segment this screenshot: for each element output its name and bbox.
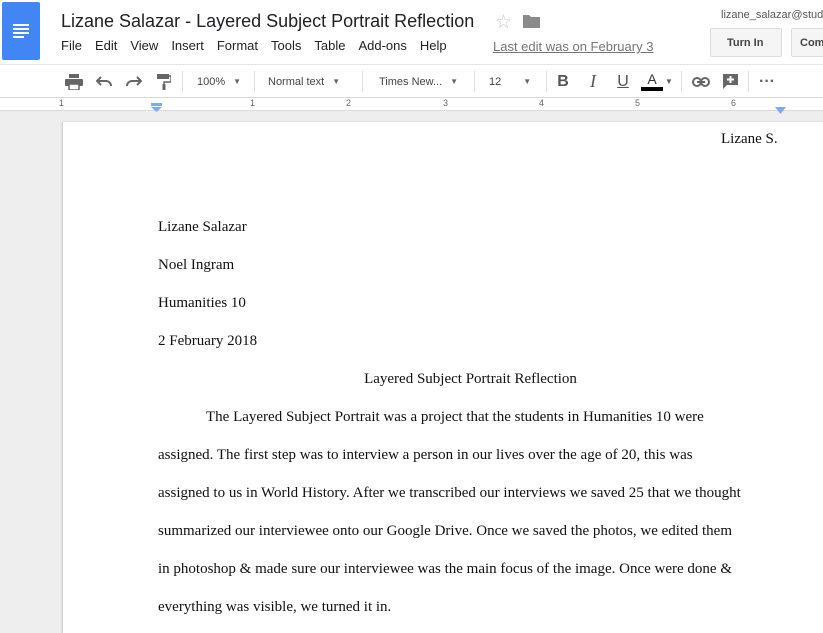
paragraph-line: in photoshop & made sure our interviewee… bbox=[158, 561, 732, 577]
menu-help[interactable]: Help bbox=[420, 38, 447, 53]
right-indent-marker[interactable] bbox=[775, 101, 786, 119]
body-paragraph[interactable]: The Layered Subject Portrait was a proje… bbox=[158, 409, 798, 633]
underline-button[interactable]: U bbox=[611, 65, 635, 98]
ruler-number: 3 bbox=[443, 98, 449, 108]
text-color-letter: A bbox=[647, 71, 657, 87]
toolbar-divider bbox=[254, 71, 255, 92]
menu-tools[interactable]: Tools bbox=[271, 38, 301, 53]
docs-app: Lizane Salazar - Layered Subject Portrai… bbox=[0, 0, 823, 633]
font-size-value: 12 bbox=[489, 75, 502, 88]
paint-format-icon[interactable] bbox=[150, 65, 178, 98]
toolbar-divider bbox=[362, 71, 363, 92]
font-size-select[interactable]: 12 ▼ bbox=[489, 65, 531, 98]
font-select[interactable]: Times New... ▼ bbox=[379, 65, 458, 98]
text-color-bar bbox=[641, 87, 663, 91]
chevron-down-icon[interactable]: ▼ bbox=[663, 65, 675, 98]
italic-button[interactable]: I bbox=[581, 65, 605, 98]
app-header: Lizane Salazar - Layered Subject Portrai… bbox=[0, 0, 823, 64]
chevron-down-icon: ▼ bbox=[332, 77, 341, 86]
menu-add-ons[interactable]: Add-ons bbox=[358, 38, 406, 53]
document-title[interactable]: Lizane Salazar - Layered Subject Portrai… bbox=[61, 11, 474, 32]
font-value: Times New... bbox=[379, 75, 443, 88]
menu-insert[interactable]: Insert bbox=[171, 38, 204, 53]
user-email: lizane_salazar@stud bbox=[721, 9, 823, 21]
left-indent-marker[interactable] bbox=[151, 99, 162, 117]
redo-icon[interactable] bbox=[120, 65, 148, 98]
toolbar-divider bbox=[546, 71, 547, 92]
toolbar: 100% ▼ Normal text ▼ Times New... ▼ 12 ▼… bbox=[0, 64, 823, 98]
style-value: Normal text bbox=[268, 75, 325, 88]
teacher-name-line[interactable]: Noel Ingram bbox=[158, 257, 234, 274]
chevron-down-icon: ▼ bbox=[523, 77, 532, 86]
turn-in-button[interactable]: Turn In bbox=[710, 28, 782, 57]
ruler-number: 5 bbox=[635, 98, 641, 108]
paragraph-line: summarized our interviewee onto our Goog… bbox=[158, 523, 732, 539]
menu-view[interactable]: View bbox=[130, 38, 158, 53]
menu-edit[interactable]: Edit bbox=[95, 38, 117, 53]
style-select[interactable]: Normal text ▼ bbox=[268, 65, 340, 98]
menu-format[interactable]: Format bbox=[217, 38, 258, 53]
ruler-number: 1 bbox=[250, 98, 256, 108]
add-comment-icon[interactable] bbox=[717, 65, 743, 98]
student-name-line[interactable]: Lizane Salazar bbox=[158, 219, 247, 236]
last-edit-link[interactable]: Last edit was on February 3 bbox=[493, 39, 653, 54]
paragraph-line: The Layered Subject Portrait was a proje… bbox=[206, 409, 704, 425]
zoom-select[interactable]: 100% ▼ bbox=[197, 65, 241, 98]
chevron-down-icon: ▼ bbox=[450, 77, 459, 86]
date-line[interactable]: 2 February 2018 bbox=[158, 333, 257, 350]
docs-logo-icon[interactable] bbox=[2, 2, 40, 60]
star-icon[interactable]: ☆ bbox=[495, 11, 512, 34]
paragraph-line: everything was visible, we turned it in. bbox=[158, 599, 392, 615]
undo-icon[interactable] bbox=[90, 65, 118, 98]
comments-button[interactable]: Com bbox=[791, 28, 823, 57]
ruler-number: 2 bbox=[346, 98, 352, 108]
ruler-number: 1 bbox=[59, 98, 65, 108]
ruler-number: 6 bbox=[731, 98, 737, 108]
menu-file[interactable]: File bbox=[61, 38, 82, 53]
zoom-value: 100% bbox=[197, 75, 226, 88]
paragraph-line: assigned. The first step was to intervie… bbox=[158, 447, 693, 463]
toolbar-divider bbox=[681, 71, 682, 92]
folder-icon[interactable] bbox=[523, 14, 540, 33]
text-color-button[interactable]: A bbox=[640, 65, 664, 98]
toolbar-divider bbox=[748, 71, 749, 92]
bold-button[interactable]: B bbox=[551, 65, 575, 98]
menu-table[interactable]: Table bbox=[314, 38, 345, 53]
menu-bar: File Edit View Insert Format Tools Table… bbox=[61, 38, 460, 53]
more-icon[interactable]: ··· bbox=[753, 65, 781, 98]
link-icon[interactable] bbox=[688, 65, 714, 98]
document-page[interactable]: Lizane S. Lizane Salazar Noel Ingram Hum… bbox=[62, 122, 823, 633]
ruler-number: 4 bbox=[539, 98, 545, 108]
toolbar-divider bbox=[474, 71, 475, 92]
ruler[interactable]: 1 1 2 3 4 5 6 bbox=[0, 98, 823, 114]
print-icon[interactable] bbox=[60, 65, 88, 98]
essay-title[interactable]: Layered Subject Portrait Reflection bbox=[63, 371, 823, 388]
text-color-icon: A bbox=[641, 72, 663, 91]
course-line[interactable]: Humanities 10 bbox=[158, 295, 246, 312]
page-header-name[interactable]: Lizane S. bbox=[721, 131, 778, 148]
toolbar-divider bbox=[182, 71, 183, 92]
paragraph-line: assigned to us in World History. After w… bbox=[158, 485, 741, 501]
chevron-down-icon: ▼ bbox=[233, 77, 242, 86]
